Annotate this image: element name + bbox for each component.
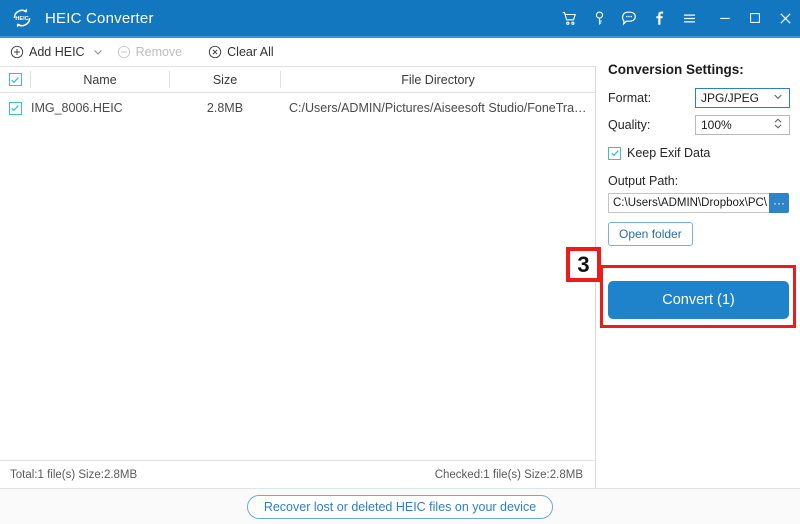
browse-folder-button[interactable]: ··· <box>769 193 789 213</box>
output-path-label: Output Path: <box>608 174 679 188</box>
column-header-file-directory[interactable]: File Directory <box>281 73 595 87</box>
title-bar: HEIC HEIC Converter <box>0 0 800 36</box>
quality-stepper[interactable]: 100% <box>695 115 790 135</box>
bottom-bar: Recover lost or deleted HEIC files on yo… <box>0 488 800 524</box>
cell-size: 2.8MB <box>206 101 244 115</box>
status-bar: Total:1 file(s) Size:2.8MB Checked:1 fil… <box>0 460 596 488</box>
maximize-icon[interactable] <box>740 0 770 36</box>
clear-all-label: Clear All <box>227 45 274 59</box>
status-checked: Checked:1 file(s) Size:2.8MB <box>434 468 583 481</box>
format-value: JPG/JPEG <box>701 91 760 105</box>
x-circle-icon <box>208 45 222 59</box>
select-all-checkbox[interactable] <box>8 73 22 86</box>
cell-name: IMG_8006.HEIC <box>31 101 123 115</box>
cell-file-directory: C:/Users/ADMIN/Pictures/Aiseesoft Studio… <box>289 101 595 115</box>
chevron-down-icon <box>772 91 784 106</box>
keep-exif-data-checkbox[interactable] <box>608 146 621 160</box>
cart-icon[interactable] <box>554 0 584 36</box>
heic-converter-window: HEIC HEIC Converter Add HEIC Remove Clea… <box>0 0 800 524</box>
select-all-checkbox-cell <box>0 73 30 86</box>
app-logo-icon: HEIC <box>9 5 35 31</box>
format-label: Format: <box>608 91 652 105</box>
plus-circle-icon <box>10 45 24 59</box>
file-list-panel: Name Size File Directory IMG_8006.HEIC 2… <box>0 67 596 460</box>
close-icon[interactable] <box>770 0 800 36</box>
format-select[interactable]: JPG/JPEG <box>695 88 790 108</box>
minimize-icon[interactable] <box>710 0 740 36</box>
convert-button[interactable]: Convert (1) <box>608 281 789 319</box>
window-controls <box>554 0 800 36</box>
row-checkbox[interactable] <box>8 101 22 115</box>
conversion-settings-panel: Conversion Settings: Format: JPG/JPEG Qu… <box>597 38 800 488</box>
row-checkbox-cell <box>0 101 30 115</box>
remove-button[interactable]: Remove <box>117 38 183 66</box>
format-row: Format: JPG/JPEG <box>608 88 790 108</box>
open-folder-button[interactable]: Open folder <box>608 222 693 246</box>
toolbar: Add HEIC Remove Clear All <box>0 38 596 67</box>
stepper-updown-icon[interactable] <box>772 117 784 134</box>
quality-value: 100% <box>701 118 732 132</box>
chat-icon[interactable] <box>614 0 644 36</box>
quality-label: Quality: <box>608 118 651 132</box>
add-heic-button[interactable]: Add HEIC <box>10 38 85 66</box>
quality-row: Quality: 100% <box>608 115 790 135</box>
keep-exif-data-label: Keep Exif Data <box>627 146 711 160</box>
file-list-header: Name Size File Directory <box>0 67 595 93</box>
add-heic-label: Add HEIC <box>29 45 85 59</box>
minus-circle-icon <box>117 45 131 59</box>
column-header-name[interactable]: Name <box>31 73 169 87</box>
recover-files-button[interactable]: Recover lost or deleted HEIC files on yo… <box>246 494 554 519</box>
app-title: HEIC Converter <box>45 9 154 27</box>
table-row[interactable]: IMG_8006.HEIC 2.8MB C:/Users/ADMIN/Pictu… <box>0 93 595 123</box>
clear-all-button[interactable]: Clear All <box>208 38 274 66</box>
settings-title: Conversion Settings: <box>608 62 744 77</box>
annotation-step-badge: 3 <box>566 247 601 282</box>
svg-text:HEIC: HEIC <box>15 16 28 22</box>
column-header-size[interactable]: Size <box>170 73 280 87</box>
remove-label: Remove <box>135 45 183 59</box>
add-heic-dropdown-chevron-down-icon[interactable] <box>85 38 111 66</box>
menu-icon[interactable] <box>674 0 704 36</box>
facebook-icon[interactable] <box>644 0 674 36</box>
key-icon[interactable] <box>584 0 614 36</box>
output-path-row: C:\Users\ADMIN\Dropbox\PC\ ··· <box>608 193 789 213</box>
status-total: Total:1 file(s) Size:2.8MB <box>10 468 138 481</box>
keep-exif-data-checkbox-row[interactable]: Keep Exif Data <box>608 146 710 160</box>
output-path-input[interactable]: C:\Users\ADMIN\Dropbox\PC\ <box>608 193 769 213</box>
